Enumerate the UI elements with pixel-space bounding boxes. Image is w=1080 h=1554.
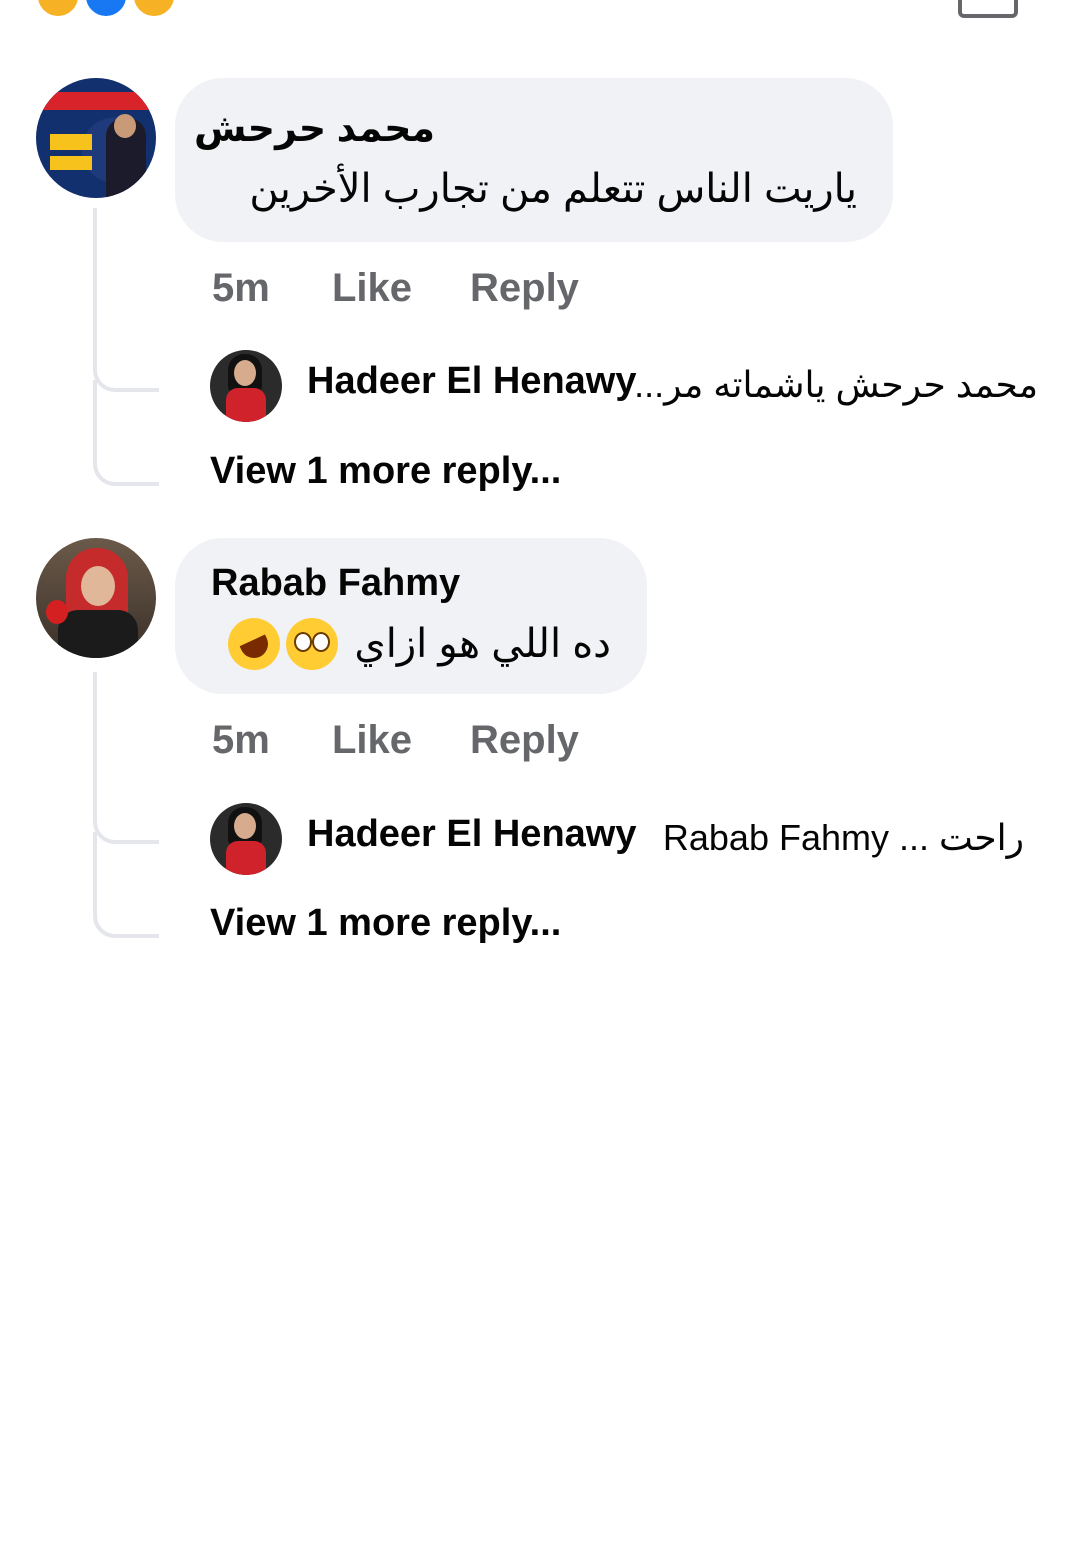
reactions-bar <box>0 0 1080 20</box>
wow-reaction-icon <box>132 0 176 18</box>
thread-branch <box>93 356 159 392</box>
comment-time: 5m <box>212 266 270 310</box>
reply-button[interactable]: Reply <box>470 266 579 311</box>
reply-preview[interactable]: Hadeer El Henawy محمد حرحش ياشماته مر... <box>210 350 1060 422</box>
like-thumb-icon[interactable] <box>958 0 1018 18</box>
avatar[interactable] <box>36 78 156 198</box>
like-button[interactable]: Like <box>332 266 412 311</box>
view-more-replies-link[interactable]: View 1 more reply... <box>210 902 561 945</box>
comment-text: ده اللي هو ازاي <box>354 622 611 666</box>
like-reaction-icon <box>84 0 128 18</box>
reply-author[interactable]: Hadeer El Henawy <box>307 360 636 403</box>
reply-button[interactable]: Reply <box>470 718 579 763</box>
thread-line <box>93 380 97 460</box>
flushed-face-emoji <box>286 618 339 670</box>
thread-branch <box>93 902 159 938</box>
reply-snippet: Rabab Fahmy ... راحت <box>662 817 1024 858</box>
reply-snippet: محمد حرحش ياشماته مر... <box>634 364 1038 405</box>
thread-branch <box>93 450 159 486</box>
comment-text: ياريت الناس تتعلم من تجارب الأخرين <box>249 167 857 211</box>
avatar[interactable] <box>36 538 156 658</box>
thread-line <box>93 672 97 822</box>
view-more-replies-link[interactable]: View 1 more reply... <box>210 450 561 493</box>
avatar[interactable] <box>210 350 282 422</box>
comment-author[interactable]: محمد حرحش <box>194 106 435 151</box>
reply-author[interactable]: Hadeer El Henawy <box>307 813 636 856</box>
thread-line <box>93 208 97 368</box>
rolling-on-floor-laughing-emoji <box>219 609 289 679</box>
haha-reaction-icon <box>36 0 80 18</box>
reply-preview[interactable]: Hadeer El Henawy Rabab Fahmy ... راحت <box>210 803 1060 875</box>
avatar[interactable] <box>210 803 282 875</box>
comment-author[interactable]: Rabab Fahmy <box>211 562 460 605</box>
thread-branch <box>93 808 159 844</box>
like-button[interactable]: Like <box>332 718 412 763</box>
comment-bubble: Rabab Fahmy ده اللي هو ازاي <box>175 538 647 694</box>
thread-line <box>93 832 97 912</box>
comment-text-row: ده اللي هو ازاي <box>219 609 611 679</box>
comment-time: 5m <box>212 718 270 762</box>
comment-bubble: محمد حرحش ياريت الناس تتعلم من تجارب الأ… <box>175 78 893 242</box>
